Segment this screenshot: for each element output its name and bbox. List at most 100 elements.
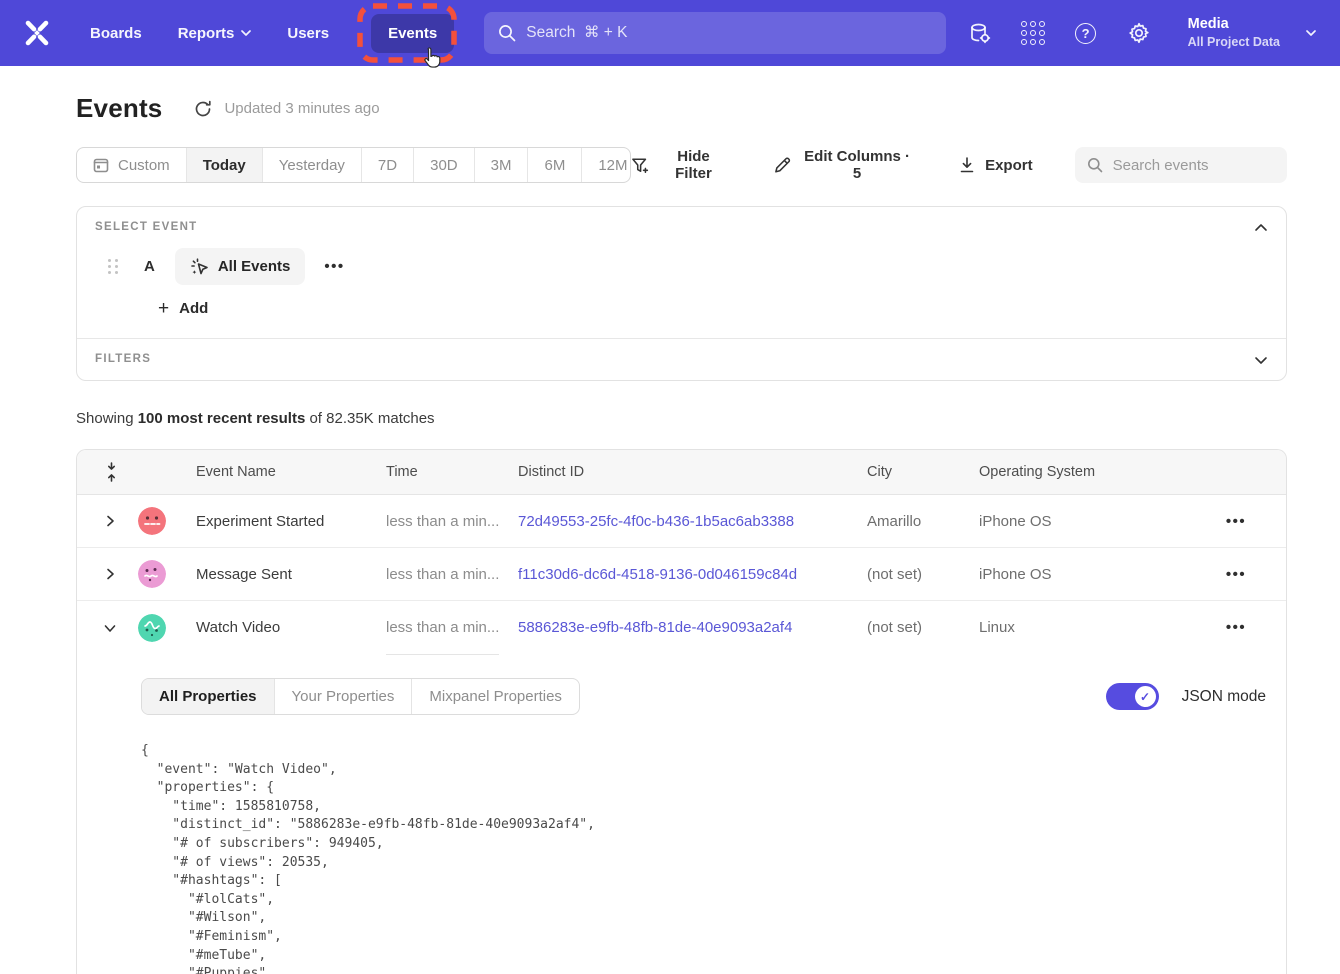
cell-city: (not set) xyxy=(867,566,979,583)
date-option-today[interactable]: Today xyxy=(186,148,262,182)
time-cell-underline xyxy=(386,654,499,655)
settings-gear-icon[interactable] xyxy=(1127,21,1151,45)
cell-os: Linux xyxy=(979,619,1186,636)
cursor-click-icon xyxy=(190,257,209,276)
export-label: Export xyxy=(985,157,1033,174)
edit-columns-label: Edit Columns · 5 xyxy=(800,148,914,182)
mixpanel-logo[interactable] xyxy=(22,18,52,48)
export-button[interactable]: Export xyxy=(958,156,1033,174)
hide-filter-button[interactable]: Hide Filter xyxy=(631,148,729,182)
row-expand-chevron-down[interactable] xyxy=(77,622,138,634)
cell-distinct-id-link[interactable]: 72d49553-25fc-4f0c-b436-1b5ac6ab3388 xyxy=(518,513,867,530)
help-icon[interactable]: ? xyxy=(1074,21,1098,45)
event-json-view: { "event": "Watch Video", "properties": … xyxy=(141,742,1266,974)
column-header-distinct-id[interactable]: Distinct ID xyxy=(518,464,867,480)
cell-distinct-id-link[interactable]: 5886283e-e9fb-48fb-81de-40e9093a2af4 xyxy=(518,619,867,636)
event-row-letter: A xyxy=(144,258,155,275)
date-option-12m[interactable]: 12M xyxy=(581,148,631,182)
row-more-button[interactable]: ••• xyxy=(1186,566,1286,583)
cell-time: less than a min... xyxy=(386,566,518,583)
date-option-yesterday[interactable]: Yesterday xyxy=(262,148,361,182)
tab-your-properties[interactable]: Your Properties xyxy=(274,679,412,714)
results-suffix: of 82.35K matches xyxy=(305,410,434,427)
download-icon xyxy=(958,156,976,174)
nav-item-boards[interactable]: Boards xyxy=(90,25,142,42)
search-icon xyxy=(1087,157,1103,173)
expand-collapse-all-icon[interactable] xyxy=(77,462,138,482)
add-label: Add xyxy=(179,300,208,317)
table-header-row: Event Name Time Distinct ID City Operati… xyxy=(77,450,1286,495)
event-query-row: A All Events ••• xyxy=(95,248,1268,285)
funnel-plus-icon xyxy=(631,156,649,175)
project-scope: All Project Data xyxy=(1188,34,1280,51)
tab-mixpanel-properties[interactable]: Mixpanel Properties xyxy=(411,679,579,714)
cell-city: (not set) xyxy=(867,619,979,636)
nav-item-events[interactable]: Events xyxy=(371,14,454,53)
column-header-time[interactable]: Time xyxy=(386,464,518,480)
data-management-icon[interactable] xyxy=(968,21,992,45)
tab-all-properties[interactable]: All Properties xyxy=(142,679,274,714)
event-more-button[interactable]: ••• xyxy=(324,258,344,275)
row-expand-chevron-right[interactable] xyxy=(77,515,138,527)
row-more-button[interactable]: ••• xyxy=(1186,619,1286,636)
date-option-custom[interactable]: Custom xyxy=(77,148,186,182)
apps-grid-icon[interactable] xyxy=(1021,21,1045,45)
date-option-6m[interactable]: 6M xyxy=(527,148,581,182)
chevron-down-icon xyxy=(1306,30,1316,36)
chevron-up-icon[interactable] xyxy=(1252,219,1270,237)
global-search xyxy=(484,12,946,54)
column-header-event-name[interactable]: Event Name xyxy=(196,464,386,480)
chevron-down-icon[interactable] xyxy=(1252,351,1270,369)
filters-label: FILTERS xyxy=(95,353,1268,365)
table-row-expanded[interactable]: Watch Video less than a min... 5886283e-… xyxy=(77,601,1286,654)
cell-time: less than a min... xyxy=(386,513,518,530)
page-title: Events xyxy=(76,93,162,124)
nav-item-users[interactable]: Users xyxy=(287,25,329,42)
nav-item-reports-label: Reports xyxy=(178,25,235,42)
drag-handle[interactable] xyxy=(108,259,118,274)
events-search-input[interactable] xyxy=(1075,147,1287,183)
event-avatar xyxy=(138,614,166,642)
edit-columns-button[interactable]: Edit Columns · 5 xyxy=(773,148,914,182)
event-selector-chip[interactable]: All Events xyxy=(175,248,306,285)
cell-event-name: Message Sent xyxy=(196,566,386,583)
search-icon xyxy=(498,24,516,42)
project-name: Media xyxy=(1188,15,1280,34)
title-row: Events Updated 3 minutes ago xyxy=(76,66,1287,124)
add-event-button[interactable]: + Add xyxy=(158,299,208,318)
column-header-city[interactable]: City xyxy=(867,464,979,480)
table-tools: Hide Filter Edit Columns · 5 Export xyxy=(631,147,1287,183)
project-switcher[interactable]: Media All Project Data xyxy=(1188,15,1316,51)
json-mode-group: ✓ JSON mode xyxy=(1106,683,1266,710)
filters-section[interactable]: FILTERS xyxy=(77,339,1286,380)
results-count: 100 most recent results xyxy=(138,410,306,427)
json-mode-toggle[interactable]: ✓ xyxy=(1106,683,1159,710)
refresh-icon[interactable] xyxy=(193,99,213,119)
controls-row: Custom Today Yesterday 7D 30D 3M 6M 12M … xyxy=(76,147,1287,183)
nav-right-group: ? Media All Project Data xyxy=(968,15,1316,51)
date-option-30d[interactable]: 30D xyxy=(413,148,474,182)
results-summary: Showing 100 most recent results of 82.35… xyxy=(76,410,1287,427)
cell-distinct-id-link[interactable]: f11c30d6-dc6d-4518-9136-0d046159c84d xyxy=(518,566,867,583)
nav-item-events-wrapper: Events xyxy=(371,14,454,53)
event-avatar xyxy=(138,560,166,588)
chevron-down-icon xyxy=(241,30,251,36)
nav-item-reports[interactable]: Reports xyxy=(178,25,252,42)
date-option-7d[interactable]: 7D xyxy=(361,148,413,182)
project-switcher-text: Media All Project Data xyxy=(1188,15,1280,51)
results-prefix: Showing xyxy=(76,410,138,427)
top-nav: Boards Reports Users Events xyxy=(0,0,1340,66)
updated-timestamp: Updated 3 minutes ago xyxy=(224,100,379,117)
table-row[interactable]: Experiment Started less than a min... 72… xyxy=(77,495,1286,548)
toggle-knob-check-icon: ✓ xyxy=(1135,686,1156,707)
event-avatar xyxy=(138,507,166,535)
table-row[interactable]: Message Sent less than a min... f11c30d6… xyxy=(77,548,1286,601)
global-search-input[interactable] xyxy=(484,12,946,54)
column-header-os[interactable]: Operating System xyxy=(979,464,1186,480)
row-more-button[interactable]: ••• xyxy=(1186,513,1286,530)
date-range-selector: Custom Today Yesterday 7D 30D 3M 6M 12M xyxy=(76,147,631,183)
row-expand-chevron-right[interactable] xyxy=(77,568,138,580)
date-option-3m[interactable]: 3M xyxy=(474,148,528,182)
cell-os: iPhone OS xyxy=(979,566,1186,583)
cell-event-name: Watch Video xyxy=(196,619,386,636)
